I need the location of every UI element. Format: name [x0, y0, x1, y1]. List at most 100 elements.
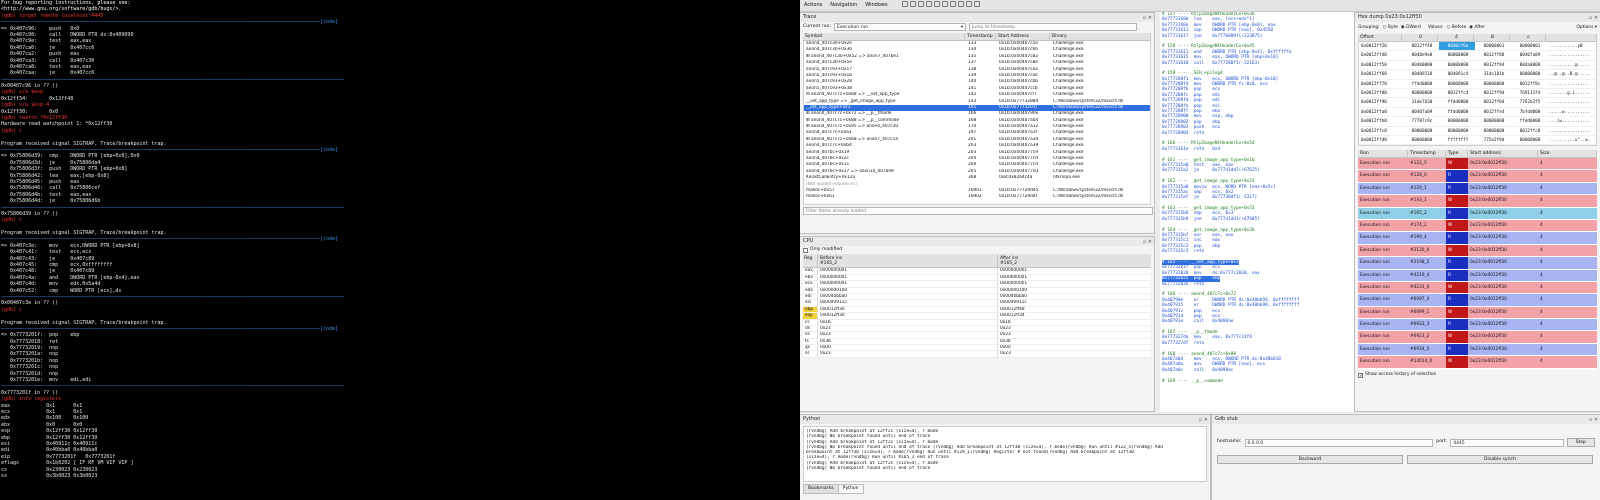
stop-button[interactable]: Stop [1566, 438, 1595, 447]
run-icon[interactable] [933, 1, 940, 8]
menu-navigation[interactable]: Navigation [830, 2, 857, 8]
hexdump-row[interactable]: 0x0012ffa0 00407a09 ffdd0000 0012ffe4 7bfdd0… [1359, 108, 1596, 118]
access-row[interactable]: Execution run #199_4 R 0x23:0x0012ff30 4 [1358, 232, 1597, 245]
disasm-line[interactable]: # 169 ---- __p__commode [1162, 379, 1354, 384]
hex-dword[interactable]: 7bfdd000 [1511, 108, 1547, 116]
hex-dword[interactable]: 0012ff48 [1403, 42, 1439, 50]
menu-actions[interactable]: Actions [804, 2, 822, 8]
hexdump-row[interactable]: 0x0012ff60 00409118 004091c4 31dc101b 000000… [1359, 70, 1596, 80]
hex-dword[interactable]: 00000001 [1475, 42, 1511, 50]
hex-dword[interactable]: 31dc101b [1475, 70, 1511, 78]
hex-dword[interactable]: 77787c9c [1403, 117, 1439, 125]
hex-dword[interactable]: 0012ffc4 [1439, 89, 1475, 97]
hex-dword[interactable]: 0012ff8c [1511, 80, 1547, 88]
hex-dword[interactable]: 00000000 [1511, 70, 1547, 78]
access-row[interactable]: Execution run #6923_3 R 0x23:0x0012ff30 4 [1358, 319, 1597, 332]
hex-dword[interactable]: 00000000 [1439, 51, 1475, 59]
cpu-register-row[interactable]: ss 0x23 0x23 [803, 351, 1151, 358]
redo-icon[interactable] [957, 1, 964, 8]
only-modified-checkbox[interactable] [803, 247, 808, 253]
hex-dword[interactable]: 00000000 [1439, 127, 1475, 135]
gdb-terminal[interactable]: For bug reporting instructions, please s… [0, 0, 800, 500]
hex-dword[interactable]: 00000000 [1403, 136, 1439, 144]
hex-dword[interactable]: 769113f4 [1511, 89, 1547, 97]
hex-dword[interactable]: 0040e9e0 [1403, 51, 1439, 59]
trace-filter-input[interactable]: Filter items already loaded [803, 207, 1153, 215]
step-icon[interactable] [917, 1, 924, 8]
access-row[interactable]: Execution run #128_0 R 0x23:0x0012ff30 4 [1358, 170, 1597, 183]
hex-dword[interactable]: 0012ff04 [1475, 98, 1511, 106]
hex-dword[interactable]: 00400000 [1403, 61, 1439, 69]
col-start-address[interactable]: Start Address [996, 33, 1050, 40]
disable-synch-button[interactable]: Disable synch [1407, 455, 1593, 464]
col-binary[interactable]: Binary [1050, 33, 1151, 40]
values-before-radio[interactable]: ○ Before [1447, 25, 1467, 31]
hexdump-row[interactable]: 0x0012ffc0 00000000 00000000 00000000 0012ff… [1359, 127, 1596, 136]
hex-dword[interactable]: 00409118 [1403, 70, 1439, 78]
hex-dword[interactable]: 0012ffe4 [1475, 108, 1511, 116]
access-row[interactable]: Execution run #2120_0 W 0x23:0x0012ff30 4 [1358, 244, 1597, 258]
access-row[interactable]: Execution run #6097_4 R 0x23:0x0012ff30 4 [1358, 294, 1597, 307]
hex-dword[interactable]: 004091c4 [1439, 70, 1475, 78]
hexdump-row[interactable]: 0x0012ff40 0040e9e0 00000000 0012ff88 00407a… [1359, 51, 1596, 61]
hex-dword[interactable]: 00000001 [1511, 42, 1547, 50]
hex-dword[interactable]: ffdd0000 [1439, 108, 1475, 116]
panel-controls-icon[interactable]: ▫ ✕ [1589, 416, 1598, 425]
access-row[interactable]: Execution run #6923_2 W 0x23:0x0012ff30 4 [1358, 331, 1597, 344]
run-back-icon[interactable] [941, 1, 948, 8]
hostname-input[interactable]: 0.0.0.0 [1244, 438, 1434, 447]
hex-dword[interactable]: 00000000 [1511, 136, 1547, 144]
back-icon[interactable] [901, 1, 908, 8]
access-row[interactable]: Execution run #143_1 W 0x23:0x0012ff30 4 [1358, 195, 1597, 208]
access-row[interactable]: Execution run #14014_0 W 0x23:0x0012ff30 4 [1358, 356, 1597, 369]
hex-dword[interactable]: 0012ffc0 [1511, 127, 1547, 135]
hexdump-row[interactable]: 0x0012ff50 00400000 00000000 0012ff94 004a00… [1359, 61, 1596, 71]
hex-dword[interactable]: 00000000 [1439, 117, 1475, 125]
access-row[interactable]: Execution run #4219_4 R 0x23:0x0012ff30 4 [1358, 269, 1597, 282]
hex-dword[interactable]: 00000000 [1439, 80, 1475, 88]
show-access-checkbox[interactable]: ✓ [1358, 372, 1363, 378]
hex-dword[interactable]: 00000000 [1403, 89, 1439, 97]
hexdump-row[interactable]: 0x0012ff90 31de7630 ffdd0000 0012ff04 7762b3… [1359, 98, 1596, 108]
col-timestamp[interactable]: Timestamp [965, 33, 996, 40]
hex-dword[interactable]: 00000000 [1475, 127, 1511, 135]
hex-dword[interactable]: ffdd0000 [1403, 80, 1439, 88]
menu-windows[interactable]: Windows [865, 2, 887, 8]
hexdump-body[interactable]: 0x0012ff20 0012ff48 0040cf0a 00000001 000000… [1358, 42, 1597, 146]
hex-dword[interactable]: 00000000 [1439, 61, 1475, 69]
tab-python[interactable]: Python [838, 484, 864, 495]
forward-icon[interactable] [909, 1, 916, 8]
hex-dword[interactable]: 0040cf0a [1439, 42, 1475, 51]
jump-to-timestamp-input[interactable]: Jump to timestamp [968, 23, 1137, 31]
python-console[interactable]: [rvndbg] Add breakpoint at 12ff2c (size=… [803, 426, 1207, 482]
hex-dword[interactable]: ffdd0000 [1439, 98, 1475, 106]
hex-dword[interactable]: 00000000 [1475, 117, 1511, 125]
current-run-select[interactable]: Execution run ▾ [833, 23, 966, 31]
hexdump-row[interactable]: 0x0012ffd0 00000000 ffffffff 775a2f9d 000000… [1359, 136, 1596, 145]
hex-dword[interactable]: 004a0000 [1511, 61, 1547, 69]
access-row[interactable]: Execution run #122_5 W 0x23:0x0012ff30 4 [1358, 158, 1597, 171]
access-row[interactable]: Execution run #4233_0 W 0x23:0x0012ff30 4 [1358, 281, 1597, 295]
options-button[interactable]: Options ▾ [1576, 25, 1597, 31]
save-icon[interactable] [965, 1, 972, 8]
hex-dword[interactable]: 775a2f9d [1475, 136, 1511, 144]
disassembly-view[interactable]: # 157 ---- RtlpImageNtHeaderEx+0x3b 0x777… [1160, 12, 1354, 412]
hex-dword[interactable]: 31de7630 [1403, 98, 1439, 106]
disasm-line[interactable]: 0x77732025 pop ebp [1162, 276, 1221, 282]
hexdump-row[interactable]: 0x0012ff80 00000000 0012ffc4 0012ff94 769113… [1359, 89, 1596, 99]
hex-dword[interactable]: 00000000 [1475, 80, 1511, 88]
step-back-icon[interactable] [925, 1, 932, 8]
hex-dword[interactable]: 0012ff94 [1475, 89, 1511, 97]
panel-controls-icon[interactable]: ▫ ✕ [1143, 238, 1152, 247]
hex-dword[interactable]: 00000000 [1403, 127, 1439, 135]
hexdump-row[interactable]: 0x0012ffb0 77787c9c 00000000 00000000 ffdd00… [1359, 117, 1596, 127]
values-after-radio[interactable]: ◉ After [1469, 25, 1485, 31]
undo-icon[interactable] [949, 1, 956, 8]
hex-dword[interactable]: 00407a89 [1511, 51, 1547, 59]
panel-controls-icon[interactable]: ▫ ✕ [1143, 14, 1152, 23]
grouping-byte-radio[interactable]: ○ Byte [1383, 25, 1398, 31]
trace-row[interactable]: malloc+0x61 16902 0x1b:0x77729d4f C:/Window… [804, 194, 1150, 200]
hex-dword[interactable]: 7762b3f5 [1511, 98, 1547, 106]
backward-button[interactable]: Backward [1217, 455, 1403, 464]
hex-dword[interactable]: 00407a09 [1403, 108, 1439, 116]
